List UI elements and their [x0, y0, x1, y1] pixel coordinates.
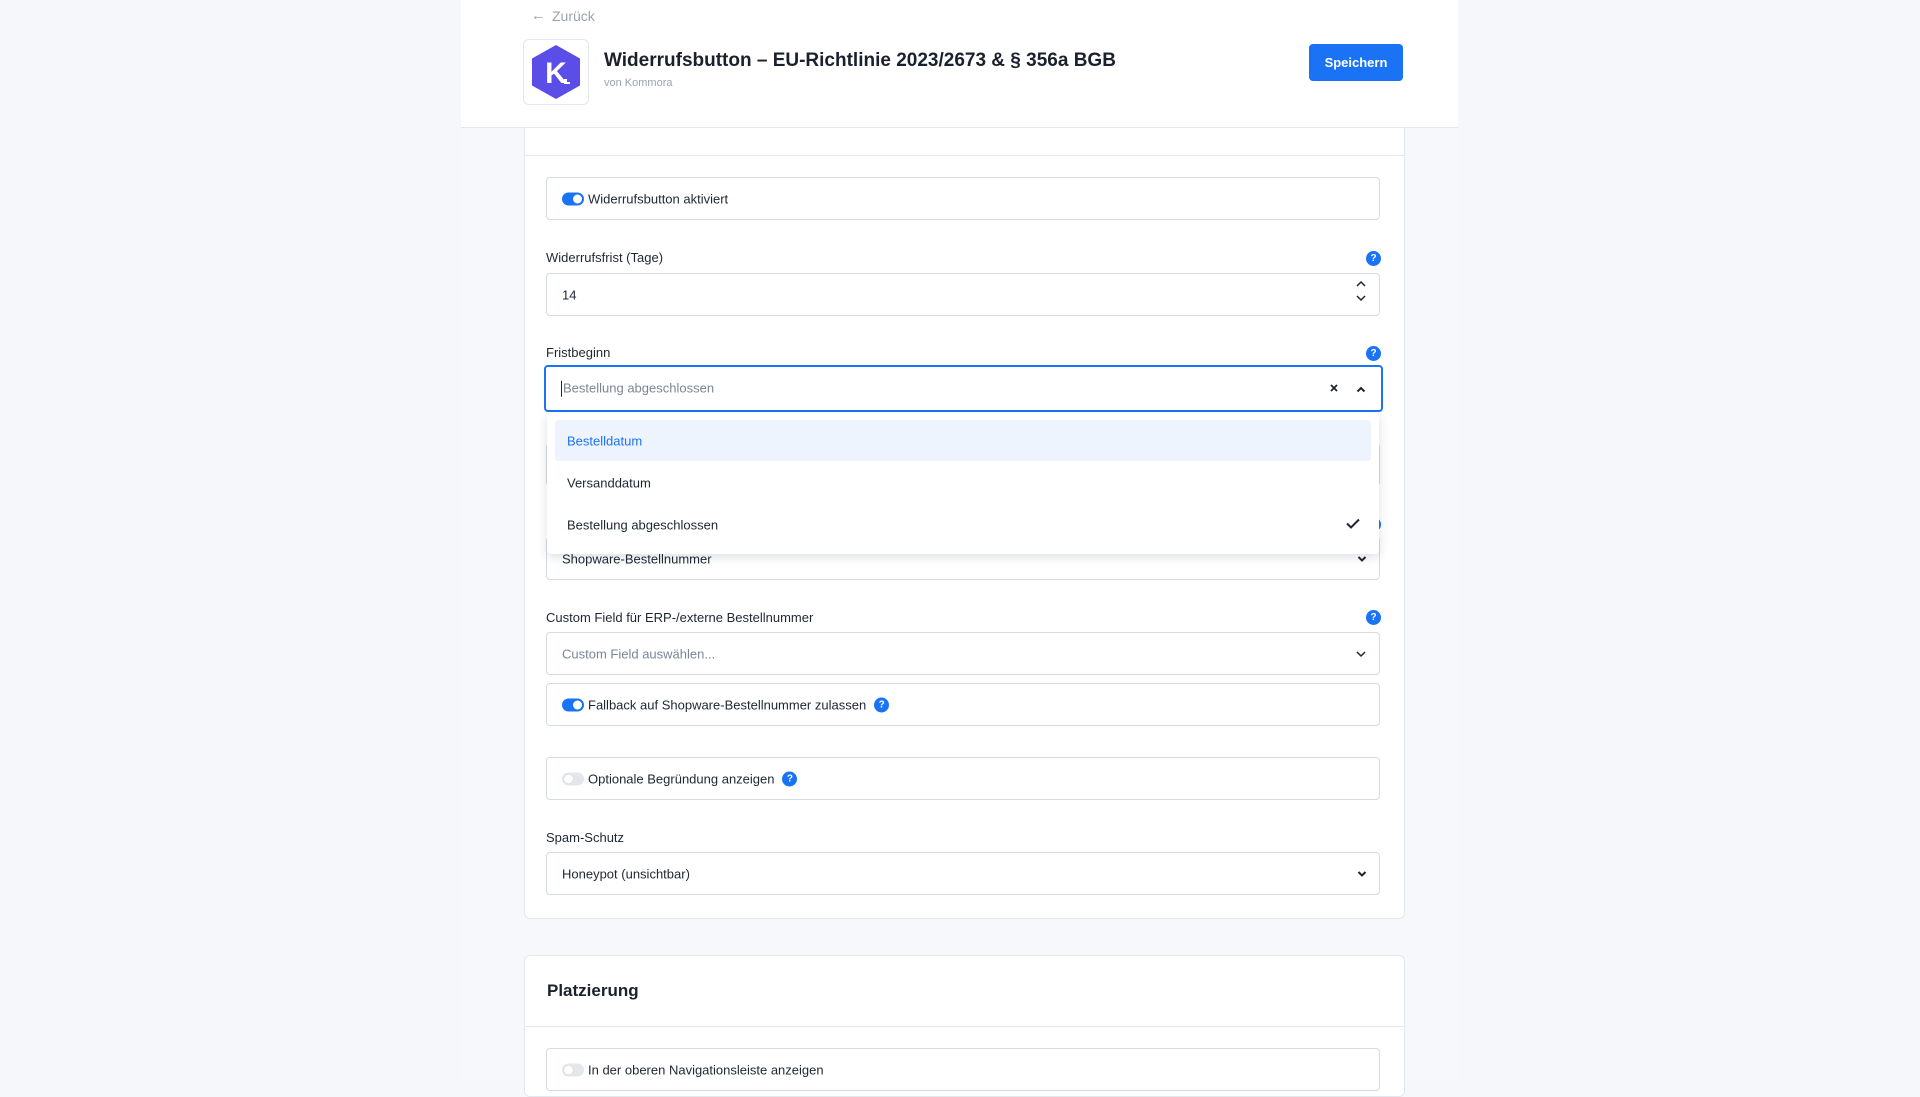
text-cursor	[561, 380, 562, 397]
top-nav-toggle-row: In der oberen Navigationsleiste anzeigen	[546, 1048, 1380, 1091]
chevron-down-icon[interactable]	[1355, 650, 1367, 658]
optional-reason-toggle[interactable]	[562, 772, 584, 785]
withdrawal-period-label: Widerrufsfrist (Tage)	[546, 250, 664, 265]
custom-field-help-icon[interactable]: ?	[1366, 610, 1381, 625]
option-label: Versanddatum	[567, 475, 651, 490]
custom-field-label: Custom Field für ERP-/externe Bestellnum…	[546, 610, 814, 625]
app-logo: K	[523, 39, 589, 105]
clear-icon[interactable]	[1329, 380, 1339, 398]
optional-reason-help-icon[interactable]: ?	[782, 771, 798, 786]
back-link[interactable]: ← Zurück	[531, 7, 595, 24]
custom-field-select[interactable]: Custom Field auswählen...	[546, 632, 1380, 675]
app-header: ← Zurück K Widerrufsbutton – EU-Richtlin…	[461, 0, 1458, 128]
check-icon	[1345, 517, 1361, 532]
option-bestelldatum[interactable]: Bestelldatum	[555, 420, 1371, 461]
arrow-left-icon: ←	[531, 7, 546, 24]
spam-protection-value: Honeypot (unsichtbar)	[562, 866, 690, 881]
chevron-up-icon[interactable]	[1355, 280, 1367, 288]
svg-text:K: K	[545, 57, 567, 90]
period-start-dropdown: Bestelldatum Versanddatum Bestellung abg…	[547, 413, 1379, 554]
chevron-down-icon[interactable]	[1357, 555, 1367, 562]
period-start-help-icon[interactable]: ?	[1366, 346, 1381, 361]
withdrawal-period-help-icon[interactable]: ?	[1366, 251, 1381, 266]
fallback-help-icon[interactable]: ?	[874, 697, 890, 712]
fallback-toggle-label: Fallback auf Shopware-Bestellnummer zula…	[588, 697, 867, 712]
option-label: Bestellung abgeschlossen	[567, 517, 719, 532]
chevron-down-icon[interactable]	[1357, 870, 1367, 877]
option-bestellung-abgeschlossen[interactable]: Bestellung abgeschlossen	[555, 504, 1371, 545]
chevron-down-icon[interactable]	[1355, 294, 1367, 302]
kommora-logo-icon: K	[532, 45, 580, 99]
period-start-search[interactable]: Bestellung abgeschlossen	[561, 380, 714, 397]
withdrawal-period-value: 14	[562, 287, 577, 302]
option-label: Bestelldatum	[567, 433, 643, 448]
card-divider	[525, 155, 1404, 156]
back-label: Zurück	[552, 7, 595, 24]
card-divider	[525, 1026, 1404, 1027]
fallback-toggle[interactable]	[562, 698, 584, 711]
optional-reason-toggle-row: Optionale Begründung anzeigen ?	[546, 757, 1380, 800]
fallback-toggle-row: Fallback auf Shopware-Bestellnummer zula…	[546, 683, 1380, 726]
period-start-select[interactable]: Bestellung abgeschlossen	[544, 365, 1383, 412]
custom-field-placeholder: Custom Field auswählen...	[562, 646, 716, 661]
optional-reason-toggle-label: Optionale Begründung anzeigen	[588, 771, 775, 786]
save-button[interactable]: Speichern	[1309, 44, 1403, 81]
app-vendor: von Kommora	[604, 77, 673, 89]
chevron-up-icon[interactable]	[1356, 380, 1366, 398]
spam-protection-label: Spam-Schutz	[546, 830, 625, 845]
period-start-label: Fristbeginn	[546, 345, 611, 360]
period-start-placeholder: Bestellung abgeschlossen	[563, 380, 715, 396]
top-nav-toggle[interactable]	[562, 1063, 584, 1076]
withdrawal-period-input[interactable]: 14	[546, 273, 1380, 316]
enabled-toggle[interactable]	[562, 192, 584, 205]
placement-heading: Platzierung	[547, 981, 639, 1000]
option-versanddatum[interactable]: Versanddatum	[555, 462, 1371, 503]
enabled-toggle-label: Widerrufsbutton aktiviert	[588, 191, 729, 206]
spam-protection-select[interactable]: Honeypot (unsichtbar)	[546, 852, 1380, 895]
number-stepper[interactable]	[1355, 280, 1367, 302]
enabled-toggle-row: Widerrufsbutton aktiviert	[546, 177, 1380, 220]
top-nav-toggle-label: In der oberen Navigationsleiste anzeigen	[588, 1062, 824, 1077]
app-title: Widerrufsbutton – EU-Richtlinie 2023/267…	[604, 50, 1116, 71]
